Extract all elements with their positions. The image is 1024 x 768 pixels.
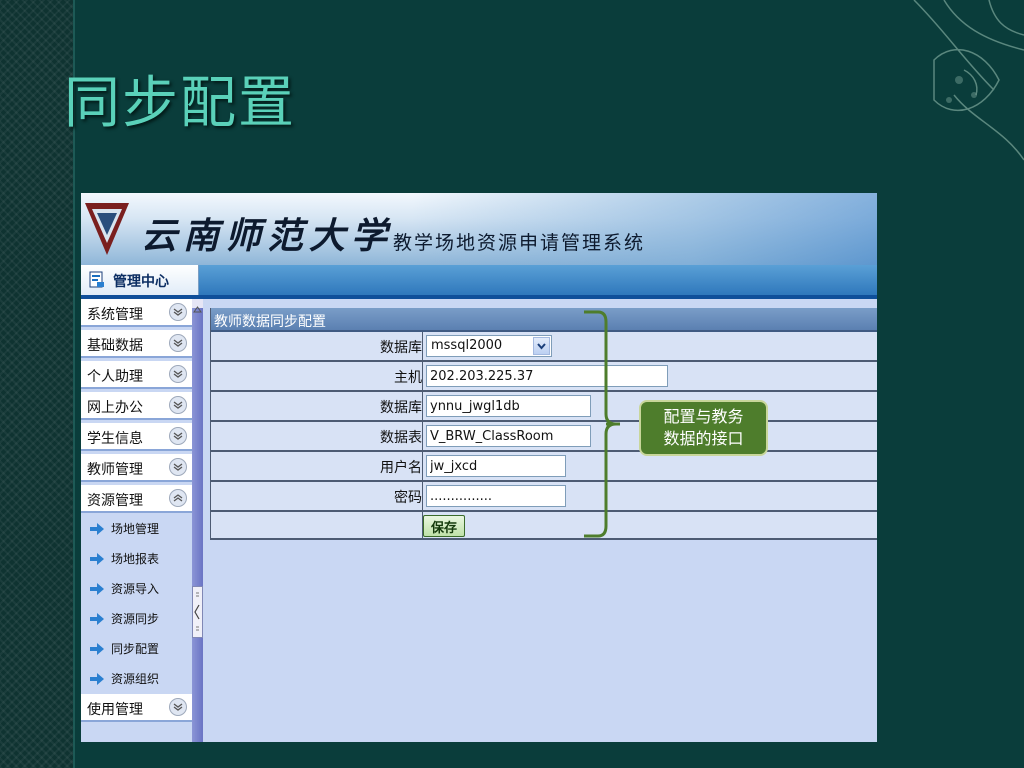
form-row-database: 数据库 bbox=[211, 392, 877, 422]
annotation-callout: 配置与教务 数据的接口 bbox=[639, 400, 768, 456]
form-header: 教师数据同步配置 bbox=[211, 308, 877, 332]
sidebar-item-assistant[interactable]: 个人助理 bbox=[81, 361, 192, 389]
scroll-collapse-handle[interactable] bbox=[192, 586, 203, 638]
tab-label: 管理中心 bbox=[113, 274, 169, 290]
sidebar-subitem-resource-org[interactable]: 资源组织 bbox=[81, 665, 192, 693]
db-type-select[interactable]: mssql2000 bbox=[426, 335, 552, 357]
form-row-actions: 保存 bbox=[211, 512, 877, 540]
row-separator bbox=[422, 452, 423, 480]
sidebar-item-teachers[interactable]: 教师管理 bbox=[81, 454, 192, 482]
callout-line-1: 配置与教务 bbox=[663, 407, 744, 426]
form-title: 教师数据同步配置 bbox=[214, 314, 326, 330]
host-input[interactable] bbox=[426, 365, 668, 387]
sidebar-item-office[interactable]: 网上办公 bbox=[81, 392, 192, 420]
db-type-label: 数据库 bbox=[380, 340, 422, 356]
tab-bar bbox=[81, 265, 877, 295]
chevron-down-icon[interactable] bbox=[169, 458, 187, 476]
sidebar-item-label: 个人助理 bbox=[87, 369, 143, 385]
sidebar-subitem-label: 场地报表 bbox=[111, 552, 160, 566]
butterfly-decoration-icon bbox=[913, 0, 1024, 161]
scroll-up-button[interactable] bbox=[192, 299, 203, 313]
sidebar-item-base-data[interactable]: 基础数据 bbox=[81, 330, 192, 358]
row-separator bbox=[422, 482, 423, 510]
row-separator bbox=[422, 422, 423, 450]
sync-config-form: 教师数据同步配置 数据库 mssql2000 主机 数据库 数据表 bbox=[210, 308, 877, 540]
chevron-down-icon[interactable] bbox=[169, 396, 187, 414]
password-input[interactable] bbox=[426, 485, 566, 507]
table-label: 数据表 bbox=[380, 430, 422, 446]
row-separator bbox=[422, 332, 423, 360]
sidebar-subitem-sync-config[interactable]: 同步配置 bbox=[81, 635, 192, 663]
annotation-brace bbox=[584, 310, 620, 538]
arrow-right-icon bbox=[90, 673, 104, 685]
sidebar-subitem-label: 资源同步 bbox=[111, 612, 160, 626]
chevron-down-icon[interactable] bbox=[169, 334, 187, 352]
sidebar-subitem-label: 场地管理 bbox=[111, 522, 160, 536]
arrow-right-icon bbox=[90, 523, 104, 535]
sidebar-item-label: 系统管理 bbox=[87, 307, 143, 323]
save-button[interactable]: 保存 bbox=[423, 515, 465, 537]
username-label: 用户名 bbox=[380, 460, 422, 476]
db-type-value: mssql2000 bbox=[431, 338, 503, 353]
sidebar-subitem-resource-import[interactable]: 资源导入 bbox=[81, 575, 192, 603]
row-separator bbox=[422, 362, 423, 390]
username-input[interactable] bbox=[426, 455, 566, 477]
form-row-password: 密码 bbox=[211, 482, 877, 512]
sidebar-subitem-label: 资源导入 bbox=[111, 582, 160, 596]
sidebar-item-system[interactable]: 系统管理 bbox=[81, 299, 192, 327]
system-name: 教学场地资源申请管理系统 bbox=[393, 232, 646, 254]
university-name: 云南师范大学 bbox=[141, 215, 394, 257]
sidebar-scrollbar[interactable] bbox=[192, 299, 203, 742]
chevron-down-icon[interactable] bbox=[169, 427, 187, 445]
document-icon bbox=[89, 271, 104, 288]
sidebar: 系统管理 基础数据 个人助理 网上办公 学生信息 教师管理 资源管理 场地管理 … bbox=[81, 299, 192, 742]
app-banner: 云南师范大学 教学场地资源申请管理系统 bbox=[81, 193, 877, 265]
sidebar-item-students[interactable]: 学生信息 bbox=[81, 423, 192, 451]
sidebar-subitem-label: 资源组织 bbox=[111, 672, 160, 686]
sidebar-subitem-label: 同步配置 bbox=[111, 642, 160, 656]
form-row-host: 主机 bbox=[211, 362, 877, 392]
arrow-right-icon bbox=[90, 553, 104, 565]
password-label: 密码 bbox=[394, 490, 422, 506]
database-input[interactable] bbox=[426, 395, 591, 417]
sidebar-subitem-resource-sync[interactable]: 资源同步 bbox=[81, 605, 192, 633]
tab-management-center[interactable]: 管理中心 bbox=[81, 265, 199, 295]
chevron-down-icon[interactable] bbox=[533, 337, 550, 355]
sidebar-item-label: 基础数据 bbox=[87, 338, 143, 354]
sidebar-item-label: 教师管理 bbox=[87, 462, 143, 478]
sidebar-item-label: 使用管理 bbox=[87, 702, 143, 718]
sidebar-item-usage[interactable]: 使用管理 bbox=[81, 694, 192, 722]
arrow-right-icon bbox=[90, 583, 104, 595]
form-row-username: 用户名 bbox=[211, 452, 877, 482]
sidebar-subitem-venue-management[interactable]: 场地管理 bbox=[81, 515, 192, 543]
slide-title: 同步配置 bbox=[64, 71, 296, 136]
sidebar-item-label: 网上办公 bbox=[87, 400, 143, 416]
host-label: 主机 bbox=[394, 370, 422, 386]
database-label: 数据库 bbox=[380, 400, 422, 416]
sidebar-item-resources[interactable]: 资源管理 bbox=[81, 485, 192, 513]
chevron-down-icon[interactable] bbox=[169, 303, 187, 321]
form-row-db-type: 数据库 mssql2000 bbox=[211, 332, 877, 362]
sidebar-item-label: 资源管理 bbox=[87, 493, 143, 509]
sidebar-item-label: 学生信息 bbox=[87, 431, 143, 447]
chevron-down-icon[interactable] bbox=[169, 698, 187, 716]
form-row-table: 数据表 bbox=[211, 422, 877, 452]
arrow-right-icon bbox=[90, 643, 104, 655]
table-input[interactable] bbox=[426, 425, 591, 447]
app-screenshot: 云南师范大学 教学场地资源申请管理系统 管理中心 系统管理 基础数据 个人助理 … bbox=[81, 193, 877, 742]
chevron-down-icon[interactable] bbox=[169, 365, 187, 383]
chevron-up-icon[interactable] bbox=[169, 489, 187, 507]
arrow-right-icon bbox=[90, 613, 104, 625]
row-separator bbox=[422, 392, 423, 420]
sidebar-subitem-venue-report[interactable]: 场地报表 bbox=[81, 545, 192, 573]
university-logo-icon bbox=[85, 203, 129, 255]
callout-line-2: 数据的接口 bbox=[663, 429, 744, 448]
